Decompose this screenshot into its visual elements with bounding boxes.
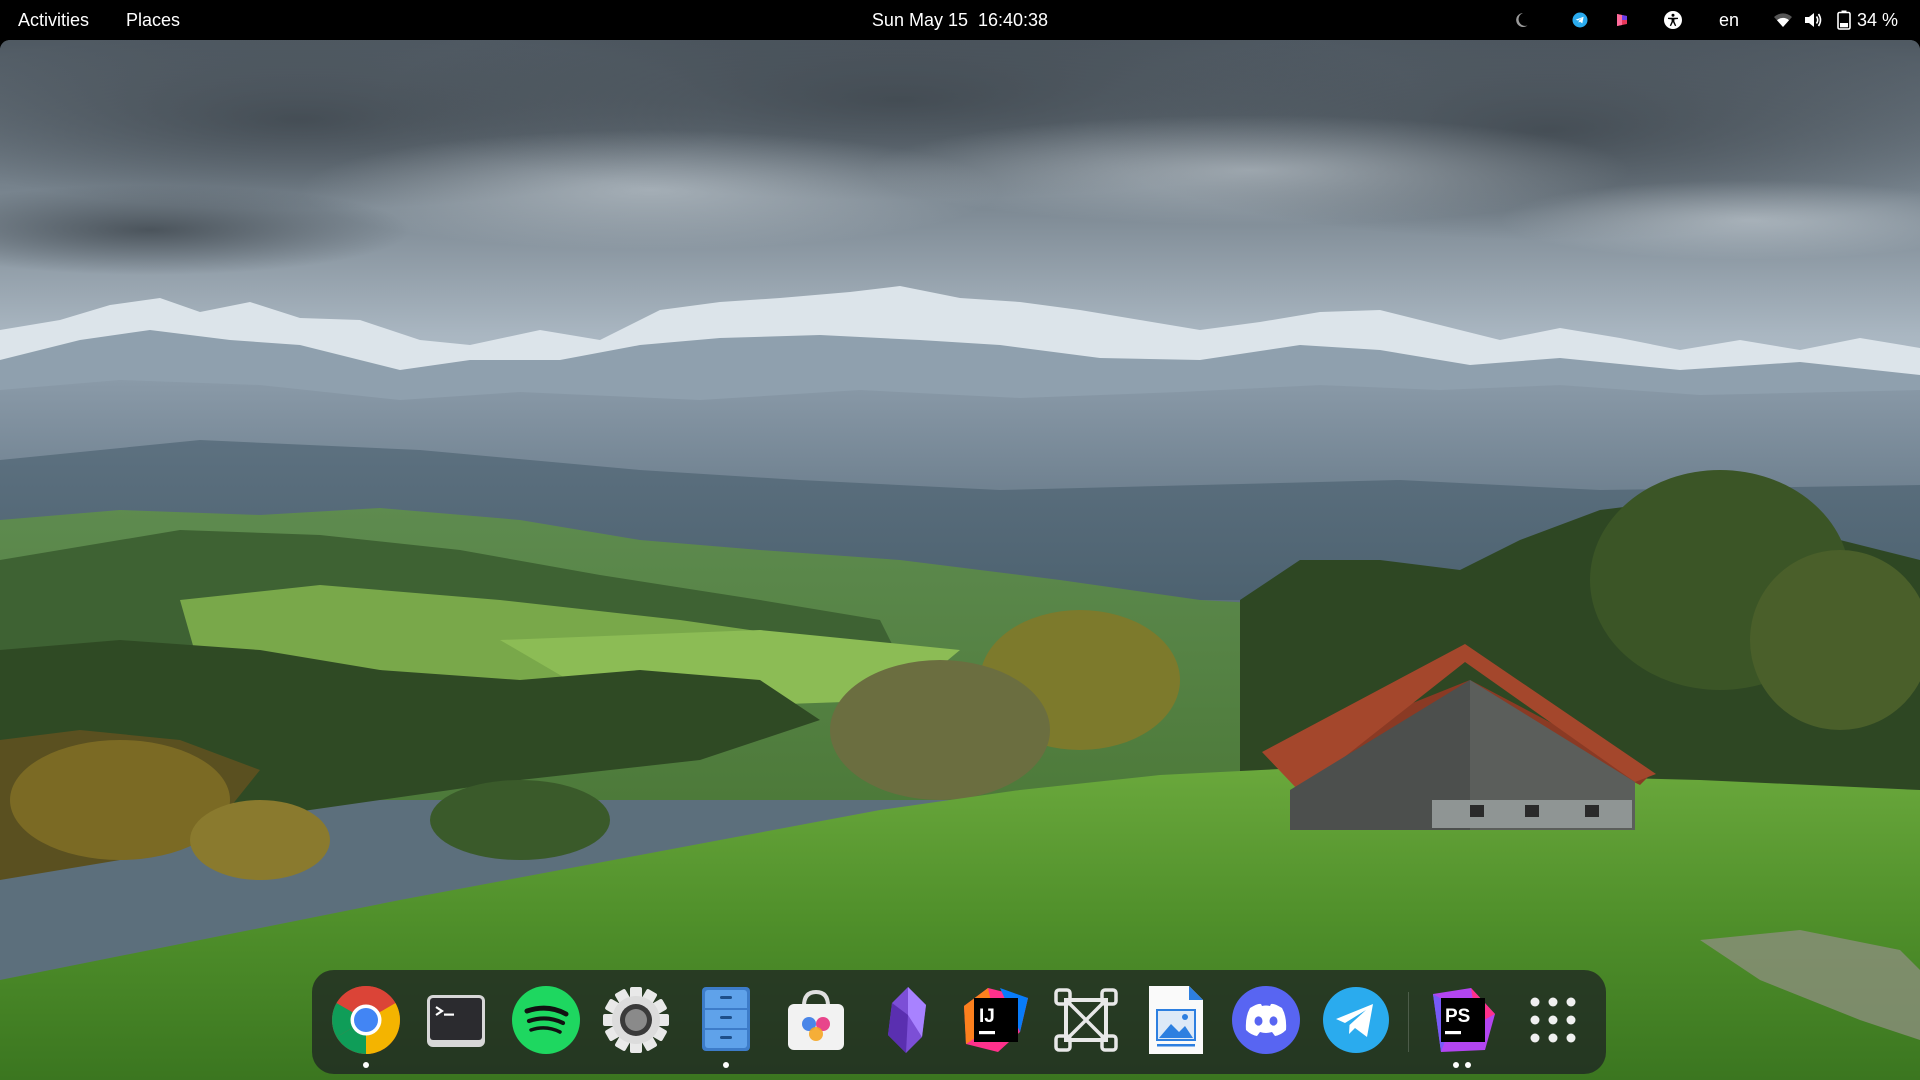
- landscape-image: [0, 40, 1920, 1080]
- night-light-icon[interactable]: [1512, 0, 1536, 40]
- app-tray-icon[interactable]: [1612, 0, 1632, 40]
- google-chrome-icon: [332, 986, 400, 1054]
- settings-launcher[interactable]: [598, 982, 674, 1058]
- app-grid-icon: [1530, 997, 1576, 1043]
- intellij-idea-icon: IJ: [964, 988, 1028, 1052]
- running-indicator: [1465, 1062, 1471, 1068]
- places-menu[interactable]: Places: [126, 0, 180, 40]
- clock-time: 16:40:38: [977, 10, 1049, 30]
- telegram-launcher[interactable]: [1318, 982, 1394, 1058]
- software-store-launcher[interactable]: [778, 982, 854, 1058]
- running-indicator: [363, 1062, 369, 1068]
- keyboard-language-indicator[interactable]: en: [1719, 0, 1739, 40]
- show-applications-button[interactable]: [1515, 982, 1591, 1058]
- telegram-icon: [1323, 987, 1389, 1053]
- clock[interactable]: Sun May 15 16:40:38: [868, 0, 1052, 40]
- battery-icon[interactable]: [1836, 0, 1852, 40]
- running-indicator: [1453, 1062, 1459, 1068]
- wifi-icon[interactable]: [1772, 0, 1794, 40]
- spotify-launcher[interactable]: [508, 982, 584, 1058]
- google-chrome-launcher[interactable]: [328, 982, 404, 1058]
- discord-icon: [1232, 986, 1300, 1054]
- svg-text:IJ: IJ: [979, 1006, 995, 1027]
- terminal-icon: [427, 995, 485, 1047]
- discord-launcher[interactable]: [1228, 982, 1304, 1058]
- top-bar: Activities Places Sun May 15 16:40:38 en: [0, 0, 1920, 40]
- screenshot-frame-icon: [1054, 988, 1118, 1052]
- battery-percentage[interactable]: 34 %: [1857, 0, 1898, 40]
- desktop-wallpaper[interactable]: [0, 40, 1920, 1080]
- terminal-launcher[interactable]: [418, 982, 494, 1058]
- svg-text:PS: PS: [1445, 1006, 1470, 1027]
- volume-icon[interactable]: [1802, 0, 1824, 40]
- gear-icon: [603, 987, 669, 1053]
- phpstorm-launcher[interactable]: PS: [1425, 982, 1501, 1058]
- activities-button[interactable]: Activities: [18, 0, 89, 40]
- file-cabinet-icon: [702, 987, 750, 1051]
- telegram-tray-icon[interactable]: [1570, 0, 1590, 40]
- intellij-idea-launcher[interactable]: IJ: [958, 982, 1034, 1058]
- screenshot-tool-launcher[interactable]: [1048, 982, 1124, 1058]
- shopping-bag-icon: [788, 989, 844, 1050]
- image-document-icon: [1149, 986, 1203, 1054]
- spotify-icon: [512, 986, 580, 1054]
- files-launcher[interactable]: [688, 982, 764, 1058]
- dock: IJ PS: [312, 970, 1606, 1074]
- clock-date: Sun May 15: [871, 10, 968, 30]
- obsidian-launcher[interactable]: [868, 982, 944, 1058]
- running-indicator: [723, 1062, 729, 1068]
- accessibility-icon[interactable]: [1661, 0, 1685, 40]
- phpstorm-icon: PS: [1433, 988, 1495, 1052]
- obsidian-gem-icon: [888, 987, 926, 1053]
- dock-separator: [1408, 992, 1409, 1052]
- image-viewer-launcher[interactable]: [1138, 982, 1214, 1058]
